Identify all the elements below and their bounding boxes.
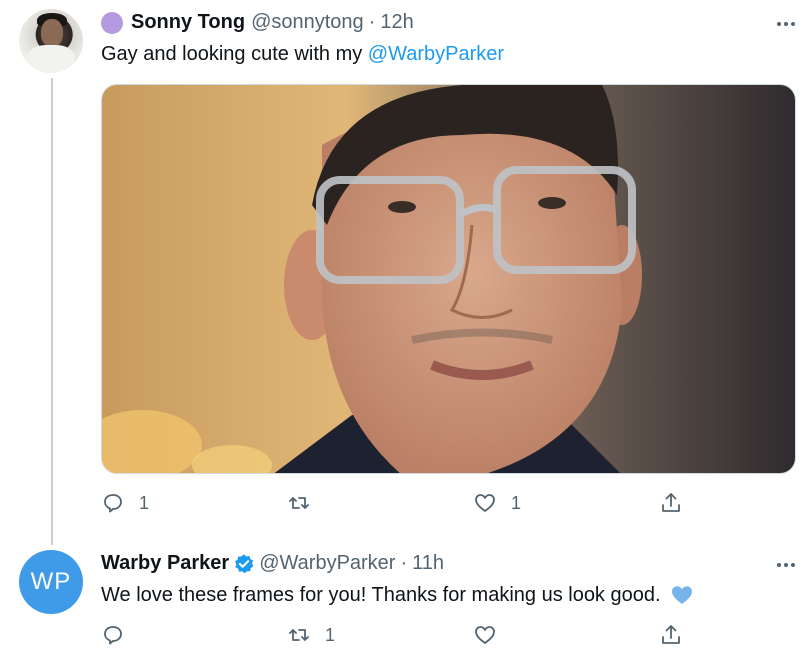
- tweet2-text: We love these frames for you! Thanks for…: [101, 583, 695, 607]
- tweet1-reply-count: 1: [139, 492, 150, 513]
- tweet2-more-icon[interactable]: [777, 563, 795, 567]
- avatar-warby-parker[interactable]: WP: [19, 550, 83, 614]
- tweet1-text-body: Gay and looking cute with my: [101, 43, 368, 65]
- tweet2-author-handle[interactable]: @WarbyParker: [259, 552, 395, 575]
- purple-circle-emoji: [101, 11, 123, 34]
- retweet-icon: [289, 629, 309, 641]
- tweet1-mention-link[interactable]: @WarbyParker: [368, 43, 504, 65]
- tweet1-retweet-button[interactable]: [287, 491, 325, 515]
- share-icon: [662, 493, 680, 512]
- share-icon: [662, 625, 680, 644]
- tweet1-author-name[interactable]: Sonny Tong: [131, 11, 245, 34]
- tweet1-text: Gay and looking cute with my @WarbyParke…: [101, 43, 504, 66]
- tweet2-separator: ·: [400, 552, 408, 574]
- tweet1-like-count: 1: [511, 492, 522, 513]
- tweet2-timestamp[interactable]: 11h: [412, 552, 444, 575]
- tweet2-share-button[interactable]: [659, 623, 683, 647]
- verified-badge-icon: [235, 553, 254, 573]
- retweet-icon: [289, 497, 309, 509]
- blue-heart-emoji: [671, 586, 692, 604]
- reply-icon: [104, 626, 122, 645]
- tweet1-timestamp[interactable]: 12h: [380, 11, 413, 34]
- tweet2-retweet-count: 1: [325, 624, 336, 645]
- thread-connector-line: [51, 78, 53, 545]
- tweet2-like-button[interactable]: [473, 623, 511, 647]
- tweet2-actions: 1: [101, 623, 701, 653]
- selfie-photo: [102, 85, 795, 473]
- tweet1-media-photo[interactable]: [101, 84, 796, 474]
- tweet2-header: Warby Parker @WarbyParker · 11h: [101, 552, 444, 575]
- tweet1-header: Sonny Tong @sonnytong · 12h: [101, 11, 414, 34]
- tweet1-author-handle[interactable]: @sonnytong: [251, 11, 364, 34]
- tweet2-author-name[interactable]: Warby Parker: [101, 552, 229, 575]
- tweet1-actions: 1 1: [101, 491, 701, 521]
- like-icon: [475, 494, 495, 512]
- tweet2-text-body: We love these frames for you! Thanks for…: [101, 583, 661, 606]
- tweet1-share-button[interactable]: [659, 491, 683, 515]
- like-icon: [475, 626, 495, 644]
- tweet2-reply-button[interactable]: [101, 623, 139, 647]
- reply-icon: [104, 494, 122, 513]
- tweet1-like-button[interactable]: 1: [473, 491, 521, 515]
- avatar-sonny-tong[interactable]: [19, 9, 83, 73]
- tweet2-retweet-button[interactable]: 1: [287, 623, 335, 647]
- tweet1-more-icon[interactable]: [777, 22, 795, 26]
- tweet1-separator: ·: [368, 11, 376, 33]
- tweet1-reply-button[interactable]: 1: [101, 491, 149, 515]
